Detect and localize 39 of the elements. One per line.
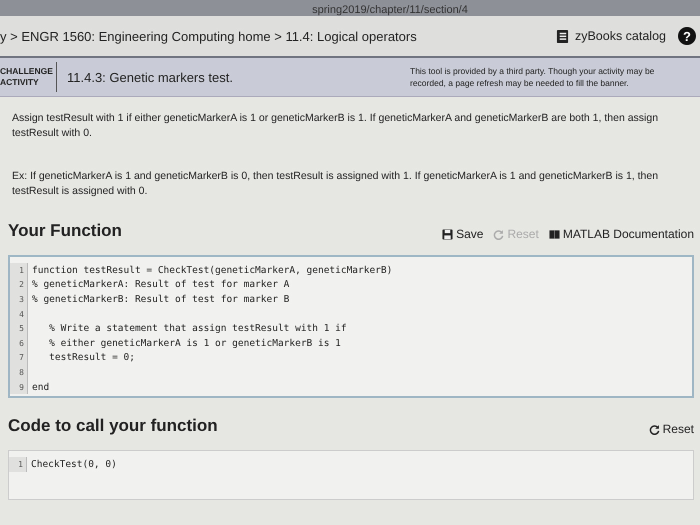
section-heading: Code to call your function [8,416,218,436]
help-button[interactable]: ? [678,27,696,45]
reset-icon [648,424,660,435]
catalog-link[interactable]: zyBooks catalog [556,28,666,44]
line-number: 3 [10,292,28,307]
code-line: CheckTest(0, 0) [30,459,117,470]
line-number: 9 [10,380,28,394]
line-number: 4 [10,306,28,322]
instruction-text: Ex: If geneticMarkerA is 1 and geneticMarkerB is 0, then testResult is assigned with 1. If geneticMarkerA is 1 and geneticMarkerB is 1, then testResult is assigned with 0. [12,169,660,199]
code-line: % Write a statement that assign testResult with 1 if [48,323,347,334]
line-number: 1 [10,263,28,278]
book-icon [556,28,569,44]
code-line: end [31,382,50,393]
code-editor[interactable] [8,255,694,398]
line-number: 5 [10,321,28,336]
code-line: function testResult = CheckTest(geneticMarkerA, geneticMarkerB) [31,264,392,276]
save-button[interactable]: Save [442,227,484,241]
section-heading: Your Function [8,221,122,241]
line-number: 8 [10,365,28,380]
code-line: % geneticMarkerB: Result of test for marker B [31,294,290,305]
documentation-link[interactable]: MATLAB Documentation [548,227,694,241]
reset-button[interactable]: Reset [648,422,694,436]
save-icon [442,228,454,240]
code-line: % either geneticMarkerA is 1 or geneticMarkerB is 1 [48,338,341,349]
address-url: spring2019/chapter/11/section/4 [312,4,468,16]
line-number: 2 [10,278,28,292]
code-line: testResult = 0; [48,352,135,364]
line-number: 7 [10,350,28,366]
activity-type-label: CHALLENGE ACTIVITY [0,62,57,92]
third-party-notice: This tool is provided by a third party. Though your activity may be recorded, a page refresh may be needed to fill the banner. [410,65,656,89]
reset-icon [493,228,504,240]
code-editor[interactable]: 1 CheckTest(0, 0) [8,450,694,500]
code-line: % geneticMarkerA: Result of test for marker A [31,279,290,290]
book-icon [548,228,560,240]
activity-title: 11.4.3: Genetic markers test. [67,70,234,84]
breadcrumb[interactable]: y > ENGR 1560: Engineering Computing home > 11.4: Logical operators [0,28,417,44]
line-number: 1 [9,457,27,472]
instruction-text: Assign testResult with 1 if either geneticMarkerA is 1 or geneticMarkerB is 1. If geneticMarkerA and geneticMarkerB are both 1, then assign testResult with 0. [12,111,660,141]
line-number: 6 [10,336,28,351]
